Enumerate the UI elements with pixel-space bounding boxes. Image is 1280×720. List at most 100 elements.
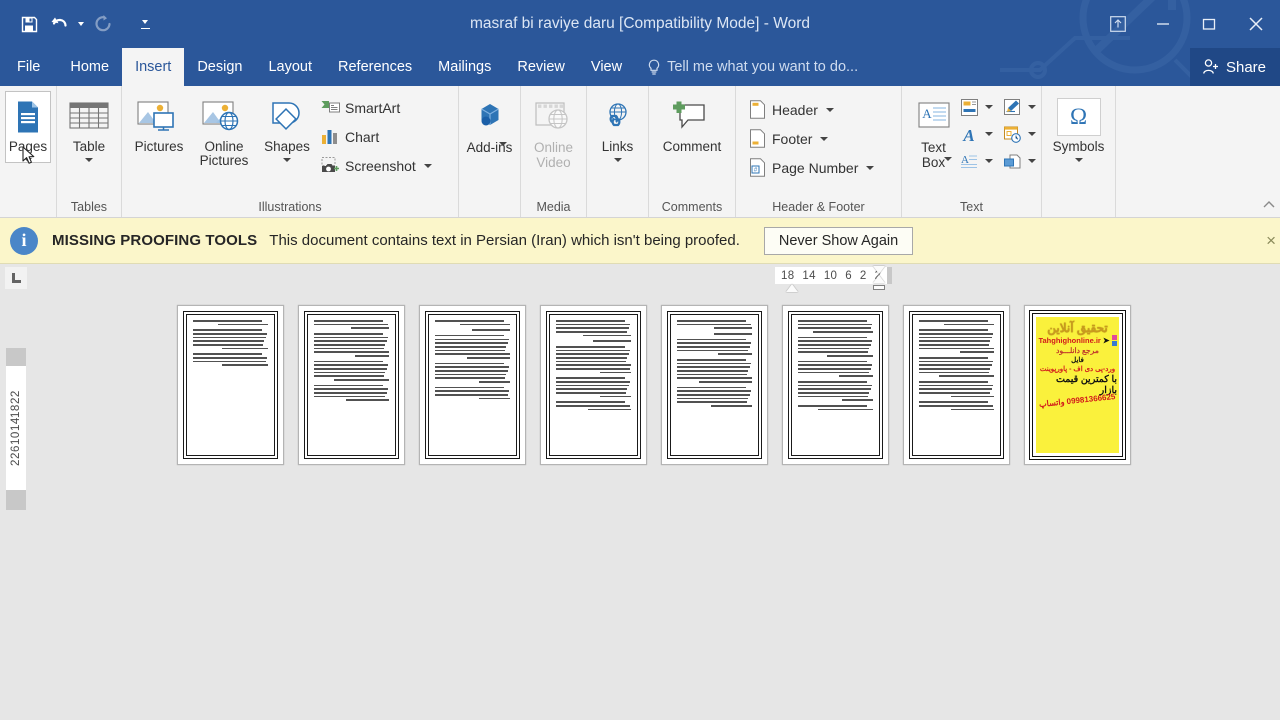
page-text-area bbox=[791, 314, 880, 456]
page-thumbnail[interactable] bbox=[540, 305, 647, 465]
text-line bbox=[592, 340, 631, 342]
save-button[interactable] bbox=[14, 9, 44, 39]
pictures-label: Pictures bbox=[134, 139, 184, 154]
chevron-down-icon[interactable] bbox=[985, 132, 993, 136]
paragraph bbox=[919, 320, 994, 326]
tell-me-search[interactable]: Tell me what you want to do... bbox=[635, 48, 858, 86]
text-line bbox=[435, 349, 505, 352]
page-thumbnail[interactable] bbox=[419, 305, 526, 465]
first-line-indent-marker[interactable] bbox=[786, 284, 798, 292]
share-button[interactable]: Share bbox=[1189, 48, 1280, 86]
undo-button[interactable] bbox=[44, 9, 74, 39]
tab-references[interactable]: References bbox=[325, 48, 425, 86]
smartart-button[interactable]: SmartArt bbox=[317, 93, 436, 122]
ribbon-group-symbols: Ω Symbols bbox=[1042, 86, 1116, 217]
customize-quick-access-toolbar-button[interactable] bbox=[132, 9, 158, 39]
shapes-button[interactable]: Shapes bbox=[257, 91, 317, 162]
chevron-up-icon bbox=[1263, 201, 1275, 208]
page-thumbnail[interactable] bbox=[177, 305, 284, 465]
chevron-down-icon[interactable] bbox=[985, 105, 993, 109]
chevron-down-icon[interactable] bbox=[1028, 105, 1036, 109]
text-line bbox=[556, 364, 631, 366]
text-line bbox=[677, 358, 746, 361]
object-button[interactable] bbox=[999, 148, 1025, 174]
document-canvas[interactable]: 2 2 6 10 14 18 22 تحقیق آنلاین Tahghighon… bbox=[0, 294, 1280, 708]
horizontal-ruler[interactable]: 18 14 10 6 2 2 bbox=[0, 264, 1280, 294]
chevron-down-icon[interactable] bbox=[1028, 132, 1036, 136]
text-line bbox=[587, 408, 631, 411]
text-line bbox=[556, 331, 628, 333]
text-line bbox=[919, 347, 994, 350]
page-thumbnail[interactable]: تحقیق آنلاین Tahghighonline.ir ➤ مرجع دانلـ… bbox=[1024, 305, 1131, 465]
redo-button[interactable] bbox=[88, 9, 118, 39]
chevron-down-icon[interactable] bbox=[985, 159, 993, 163]
comment-button[interactable]: Comment bbox=[654, 91, 730, 154]
date-time-button[interactable] bbox=[999, 121, 1025, 147]
tab-file[interactable]: File bbox=[0, 48, 57, 86]
table-button[interactable]: Table bbox=[62, 91, 116, 162]
online-pictures-button[interactable]: Online Pictures bbox=[191, 91, 257, 168]
tab-insert[interactable]: Insert bbox=[122, 48, 185, 86]
links-button[interactable]: Links bbox=[592, 91, 643, 162]
text-line bbox=[556, 392, 626, 394]
tab-mailings[interactable]: Mailings bbox=[425, 48, 504, 86]
text-line bbox=[839, 375, 873, 378]
text-line bbox=[314, 336, 389, 339]
header-button[interactable]: Header bbox=[744, 95, 878, 124]
table-label: Table bbox=[72, 139, 106, 154]
chevron-down-icon[interactable] bbox=[1028, 159, 1036, 163]
hanging-indent-marker[interactable] bbox=[873, 275, 885, 283]
right-indent-marker[interactable] bbox=[873, 266, 885, 274]
text-line bbox=[193, 344, 263, 346]
text-line bbox=[798, 360, 867, 363]
pages-button[interactable]: Pages bbox=[5, 91, 51, 163]
chevron-down-icon bbox=[24, 158, 32, 162]
tab-layout[interactable]: Layout bbox=[255, 48, 325, 86]
quick-access-toolbar bbox=[0, 9, 158, 39]
page-thumbnail[interactable] bbox=[782, 305, 889, 465]
ribbon-display-options-button[interactable] bbox=[1096, 0, 1140, 48]
wordart-button[interactable]: A bbox=[956, 121, 982, 147]
paragraph bbox=[798, 360, 873, 378]
screenshot-button[interactable]: Screenshot bbox=[317, 151, 436, 180]
tab-design[interactable]: Design bbox=[184, 48, 255, 86]
online-video-button[interactable]: Online Video bbox=[526, 91, 581, 170]
chart-button[interactable]: Chart bbox=[317, 122, 436, 151]
page-thumbnail[interactable] bbox=[298, 305, 405, 465]
text-line bbox=[841, 399, 873, 402]
restore-button[interactable] bbox=[1186, 0, 1232, 48]
ruler-tick: 10 bbox=[823, 269, 838, 282]
tab-review[interactable]: Review bbox=[504, 48, 578, 86]
ad-formats: ورد-پی دی اف - پاورپوینت bbox=[1039, 366, 1116, 373]
undo-dropdown[interactable] bbox=[74, 9, 88, 39]
drop-cap-button[interactable]: A bbox=[956, 148, 982, 174]
smartart-label: SmartArt bbox=[345, 99, 401, 116]
pictures-button[interactable]: Pictures bbox=[127, 91, 191, 154]
header-icon bbox=[748, 100, 767, 119]
text-line bbox=[556, 360, 626, 363]
page-number-icon: # bbox=[748, 158, 767, 177]
quick-parts-button[interactable] bbox=[956, 94, 982, 120]
page-number-button[interactable]: # Page Number bbox=[744, 153, 878, 182]
tab-home[interactable]: Home bbox=[57, 48, 122, 86]
left-indent-box-marker[interactable] bbox=[873, 285, 885, 290]
never-show-again-button[interactable]: Never Show Again bbox=[763, 226, 914, 255]
text-line bbox=[345, 399, 389, 402]
vertical-ruler[interactable]: 2 2 6 10 14 18 22 bbox=[6, 294, 26, 708]
collapse-ribbon-button[interactable] bbox=[1263, 200, 1275, 213]
add-ins-button[interactable]: Add-ins bbox=[464, 91, 515, 155]
tab-stop-selector[interactable] bbox=[5, 267, 27, 289]
tab-view[interactable]: View bbox=[578, 48, 635, 86]
symbols-button[interactable]: Ω Symbols bbox=[1047, 91, 1110, 162]
close-button[interactable] bbox=[1232, 0, 1280, 48]
ad-page-content: تحقیق آنلاین Tahghighonline.ir ➤ مرجع دانلـ… bbox=[1036, 317, 1119, 453]
page-thumbnail[interactable] bbox=[903, 305, 1010, 465]
chevron-down-icon bbox=[283, 158, 291, 162]
footer-button[interactable]: Footer bbox=[744, 124, 878, 153]
text-line bbox=[710, 405, 752, 407]
message-bar-close-button[interactable]: × bbox=[1266, 231, 1276, 251]
page-thumbnail[interactable] bbox=[661, 305, 768, 465]
minimize-button[interactable] bbox=[1140, 0, 1186, 48]
signature-line-button[interactable] bbox=[999, 94, 1025, 120]
text-box-button[interactable]: A Text Box bbox=[911, 91, 956, 170]
